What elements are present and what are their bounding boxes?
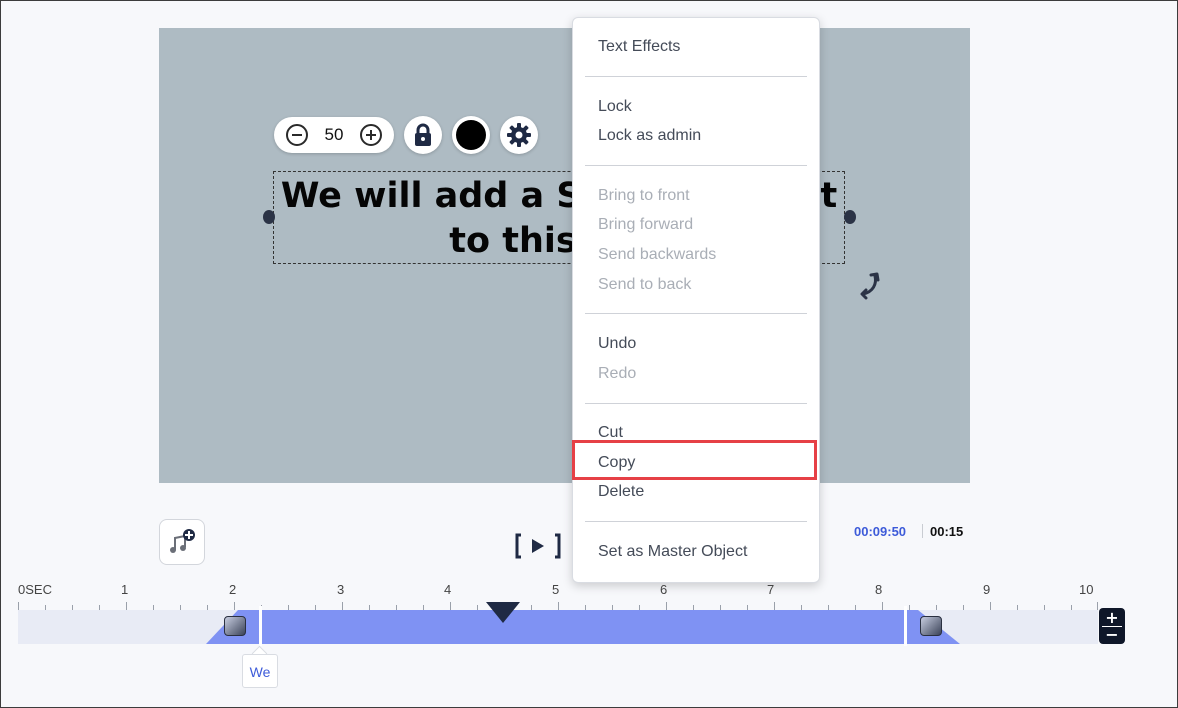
play-icon: [515, 533, 561, 559]
context-menu: Text Effects Lock Lock as admin Bring to…: [572, 17, 820, 583]
decrease-size-button[interactable]: [286, 124, 308, 146]
music-add-icon: [170, 529, 195, 553]
tick-label: 9: [983, 582, 991, 597]
increase-size-button[interactable]: [359, 124, 382, 146]
color-picker-button[interactable]: [452, 116, 490, 154]
settings-button[interactable]: [500, 116, 538, 154]
clip-start-edge[interactable]: [259, 606, 262, 646]
clip-end-grip[interactable]: [920, 616, 942, 636]
menu-item-send-to-back[interactable]: Send to back: [598, 276, 691, 294]
time-divider: [922, 524, 923, 538]
tick-label: 10: [1079, 582, 1094, 597]
lock-button[interactable]: [404, 116, 442, 154]
timeline-zoom-in-button[interactable]: +: [1099, 610, 1125, 626]
timeline-ruler: [18, 602, 1098, 610]
total-time: 00:15: [930, 524, 964, 539]
copy-highlight-box: [572, 440, 817, 480]
gear-icon: [507, 123, 531, 147]
resize-handle-right[interactable]: [844, 210, 856, 224]
menu-item-text-effects[interactable]: Text Effects: [598, 38, 680, 56]
tick-label: 7: [767, 582, 775, 597]
resize-handle-left[interactable]: [263, 210, 275, 224]
menu-divider: [585, 521, 807, 522]
tick-label: 4: [444, 582, 452, 597]
clip-end-edge[interactable]: [904, 606, 907, 646]
menu-item-bring-forward[interactable]: Bring forward: [598, 216, 693, 234]
menu-divider: [585, 313, 807, 314]
text-clip[interactable]: [206, 610, 960, 644]
add-music-button[interactable]: [159, 519, 205, 565]
menu-divider: [585, 76, 807, 77]
playhead[interactable]: [486, 602, 520, 628]
rotate-icon: [860, 272, 880, 300]
timeline-zoom-out-button[interactable]: −: [1099, 627, 1125, 643]
tick-label: 3: [337, 582, 345, 597]
clip-start-grip[interactable]: [224, 616, 246, 636]
tick-label: 2: [229, 582, 237, 597]
play-button[interactable]: [515, 533, 561, 563]
current-time: 00:09:50: [854, 524, 907, 539]
menu-item-redo[interactable]: Redo: [598, 365, 636, 383]
menu-item-lock[interactable]: Lock: [598, 98, 632, 116]
menu-item-set-as-master-object[interactable]: Set as Master Object: [598, 543, 747, 561]
menu-divider: [585, 165, 807, 166]
menu-item-undo[interactable]: Undo: [598, 335, 636, 353]
timeline-zoom-control: + −: [1099, 608, 1125, 644]
menu-item-bring-to-front[interactable]: Bring to front: [598, 187, 690, 205]
lock-icon: [415, 123, 431, 146]
app-frame: 50 We will add a Shadow Effect to this t…: [0, 0, 1178, 708]
tick-label: 1: [121, 582, 129, 597]
font-size-value: 50: [324, 125, 344, 144]
tick-label: 5: [552, 582, 560, 597]
color-swatch: [456, 120, 486, 150]
playhead-icon: [486, 602, 520, 623]
menu-item-lock-as-admin[interactable]: Lock as admin: [598, 127, 701, 145]
menu-divider: [585, 403, 807, 404]
menu-item-delete[interactable]: Delete: [598, 483, 644, 501]
rotate-handle[interactable]: [853, 272, 883, 304]
tick-label: 8: [875, 582, 883, 597]
tick-label: 0SEC: [18, 582, 52, 597]
menu-item-send-backwards[interactable]: Send backwards: [598, 246, 716, 264]
tick-label: 6: [660, 582, 668, 597]
clip-label[interactable]: We: [242, 654, 278, 688]
font-size-control: 50: [274, 117, 394, 153]
